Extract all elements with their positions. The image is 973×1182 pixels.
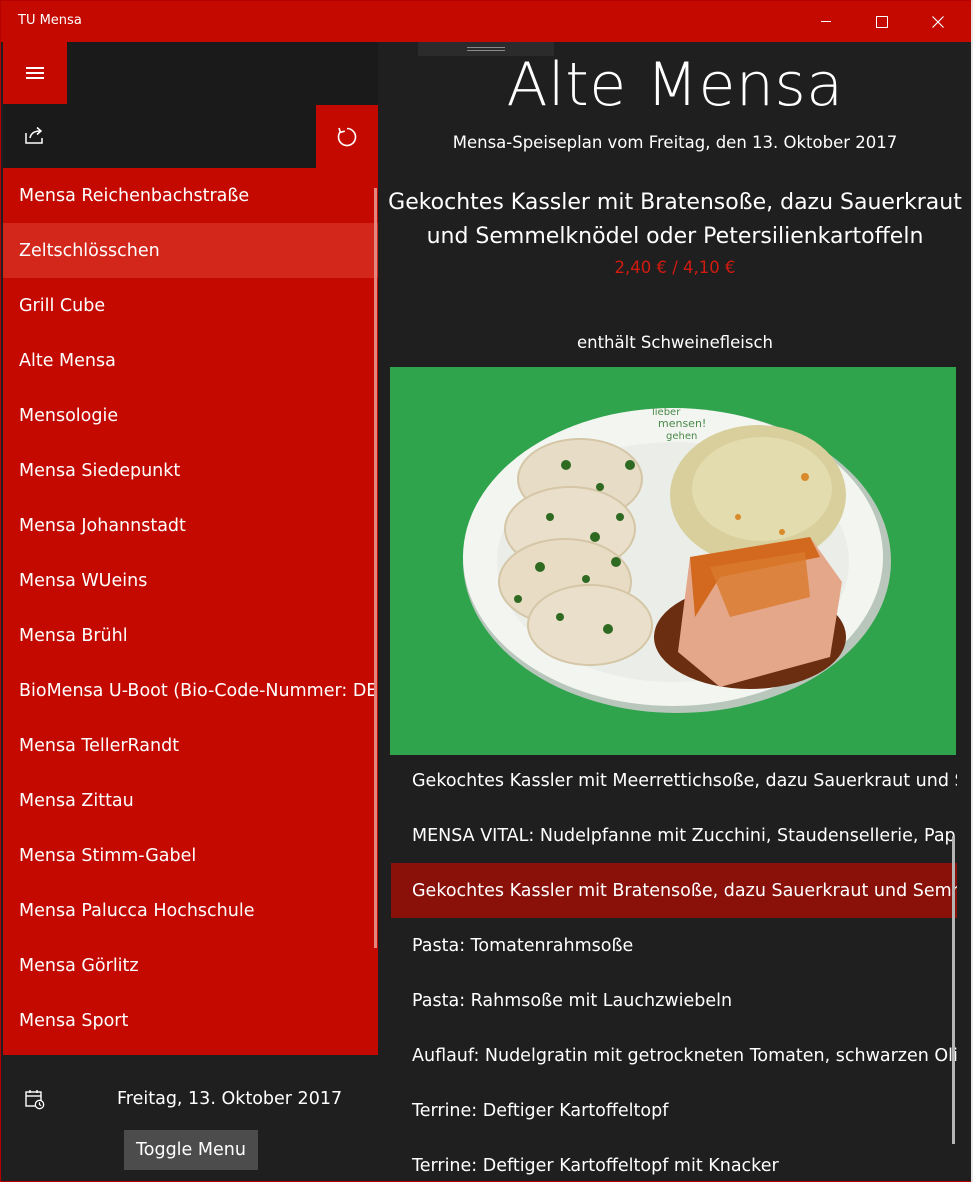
mensa-item[interactable]: Mensa Görlitz (3, 938, 378, 993)
pane-header (3, 42, 378, 168)
meal-item[interactable]: Terrine: Deftiger Kartoffeltopf mit Knac… (391, 1138, 957, 1181)
close-button[interactable] (915, 1, 961, 42)
mensa-item[interactable]: Grill Cube (3, 278, 378, 333)
mensa-item[interactable]: Mensa Stimm-Gabel (3, 828, 378, 883)
svg-text:mensen!: mensen! (658, 417, 706, 430)
hamburger-button[interactable] (3, 42, 67, 104)
mensa-item[interactable]: BioMensa U-Boot (Bio-Code-Nummer: DE (3, 663, 378, 718)
dish-photo-image: lieber mensen! gehen (390, 367, 956, 755)
mensa-item[interactable]: Mensologie (3, 388, 378, 443)
refresh-icon (337, 127, 357, 146)
mensa-item[interactable]: Mensa WUeins (3, 553, 378, 608)
meal-item[interactable]: Terrine: Deftiger Kartoffeltopf (391, 1083, 957, 1138)
meal-item[interactable]: Pasta: Tomatenrahmsoße (391, 918, 957, 973)
pane-scrollbar[interactable] (374, 188, 377, 948)
window-title: TU Mensa (18, 13, 82, 28)
mensa-list: Mensa Reichenbachstraße Zeltschlösschen Gr… (3, 168, 378, 1058)
mensa-item[interactable]: Mensa TellerRandt (3, 718, 378, 773)
content-scrollbar[interactable] (952, 836, 955, 1144)
title-bar[interactable]: TU Mensa (1, 1, 972, 42)
mensa-item[interactable]: Zeltschlösschen (3, 223, 378, 278)
calendar-button[interactable] (24, 1088, 46, 1110)
mensa-item[interactable]: Mensa Brühl (3, 608, 378, 663)
minimize-icon (821, 21, 831, 22)
svg-text:gehen: gehen (666, 431, 697, 442)
menu-content: Alte Mensa Mensa-Speiseplan vom Freitag,… (378, 42, 972, 1181)
mensa-item[interactable]: Mensa Sport (3, 993, 378, 1048)
app-window: TU Mensa Mensa Reichenbachstraße Zeltsch… (0, 0, 973, 1182)
minimize-button[interactable] (803, 1, 849, 42)
dish-note: enthält Schweinefleisch (576, 333, 774, 352)
pane-footer: Freitag, 13. Oktober 2017 Toggle Menu (3, 1055, 378, 1181)
calendar-icon (25, 1090, 45, 1110)
mensa-item[interactable]: Mensa Palucca Hochschule (3, 883, 378, 938)
mensa-item[interactable]: Mensa Siedepunkt (3, 443, 378, 498)
menu-subtitle: Mensa-Speiseplan vom Freitag, den 13. Ok… (452, 133, 898, 152)
maximize-button[interactable] (859, 1, 905, 42)
dish-title: Gekochtes Kassler mit Bratensoße, dazu S… (388, 190, 962, 249)
selected-date[interactable]: Freitag, 13. Oktober 2017 (117, 1089, 342, 1109)
mensa-item[interactable]: Alte Mensa (3, 333, 378, 388)
meal-item[interactable]: Pasta: Rahmsoße mit Lauchzwiebeln (391, 973, 957, 1028)
mensa-item[interactable]: Mensa Zittau (3, 773, 378, 828)
share-icon (25, 126, 43, 144)
meal-item[interactable]: Gekochtes Kassler mit Meerrettichsoße, d… (391, 753, 957, 808)
meal-item[interactable]: MENSA VITAL: Nudelpfanne mit Zucchini, S… (391, 808, 957, 863)
share-button[interactable] (23, 124, 45, 146)
toggle-menu-button[interactable]: Toggle Menu (124, 1130, 258, 1170)
mensa-title: Alte Mensa (506, 50, 844, 120)
mensa-item[interactable]: Mensa Johannstadt (3, 498, 378, 553)
meal-list: Gekochtes Kassler mit Meerrettichsoße, d… (391, 753, 957, 1181)
refresh-button[interactable] (316, 105, 378, 168)
meal-item[interactable]: Gekochtes Kassler mit Bratensoße, dazu S… (391, 863, 957, 918)
dish-photo: lieber mensen! gehen (390, 367, 956, 755)
mensa-item[interactable]: Mensa Reichenbachstraße (3, 168, 378, 223)
hamburger-icon (26, 67, 44, 79)
close-icon (932, 15, 944, 28)
meal-item[interactable]: Auflauf: Nudelgratin mit getrockneten To… (391, 1028, 957, 1083)
maximize-icon (876, 15, 888, 28)
navigation-pane: Mensa Reichenbachstraße Zeltschlösschen Gr… (3, 42, 378, 1181)
dish-price: 2,40 € / 4,10 € (614, 258, 736, 277)
